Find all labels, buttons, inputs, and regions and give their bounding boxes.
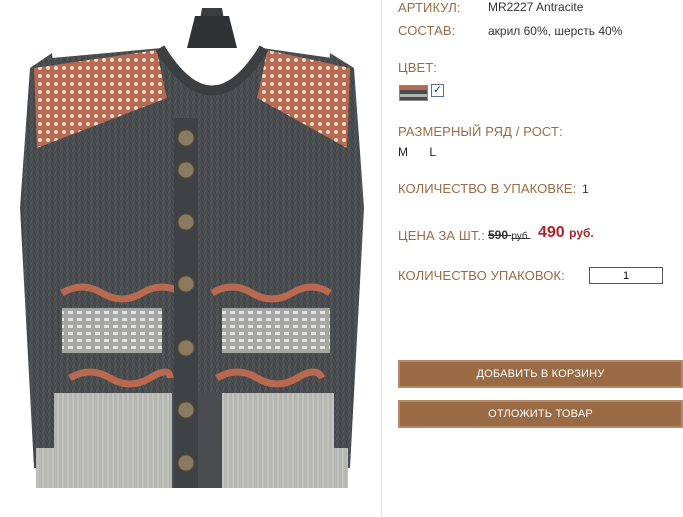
color-swatch[interactable] — [399, 85, 428, 101]
article-label: АРТИКУЛ: — [398, 0, 461, 15]
size-option-l[interactable]: L — [429, 145, 436, 159]
old-price-amount: 590 — [488, 228, 509, 242]
pack-quantity-label: КОЛИЧЕСТВО В УПАКОВКЕ: — [398, 181, 577, 196]
old-price-currency: руб. — [511, 231, 531, 242]
packs-count-label: КОЛИЧЕСТВО УПАКОВОК: — [398, 268, 565, 283]
composition-value: акрил 60%, шерсть 40% — [488, 24, 623, 38]
old-price: 590 руб. — [488, 228, 530, 242]
color-checkbox[interactable]: ✓ — [431, 84, 444, 97]
packs-count-input[interactable] — [589, 267, 663, 284]
size-list: M L — [398, 145, 454, 159]
new-price-currency: руб. — [569, 226, 594, 240]
add-to-cart-button[interactable]: ДОБАВИТЬ В КОРЗИНУ — [398, 360, 683, 388]
pack-quantity-value: 1 — [582, 182, 589, 196]
add-to-cart-label: ДОБАВИТЬ В КОРЗИНУ — [476, 368, 605, 380]
price-label: ЦЕНА ЗА ШТ.: — [398, 228, 485, 243]
product-image-area — [0, 0, 382, 517]
article-value: MR2227 Antracite — [488, 0, 584, 14]
size-option-m[interactable]: M — [398, 145, 408, 159]
postpone-button[interactable]: ОТЛОЖИТЬ ТОВАР — [398, 400, 683, 428]
composition-label: СОСТАВ: — [398, 23, 456, 38]
new-price: 490 руб. — [538, 224, 594, 242]
size-label: РАЗМЕРНЫЙ РЯД / РОСТ: — [398, 124, 563, 139]
color-label: ЦВЕТ: — [398, 60, 438, 75]
product-photo[interactable] — [12, 8, 372, 508]
column-divider — [381, 0, 382, 517]
postpone-label: ОТЛОЖИТЬ ТОВАР — [488, 408, 593, 420]
new-price-amount: 490 — [538, 224, 565, 241]
